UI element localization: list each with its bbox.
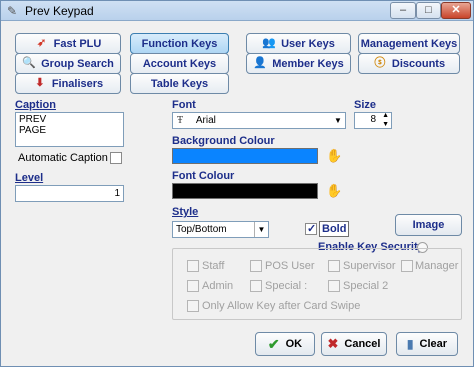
button-label: Member Keys xyxy=(272,57,344,70)
admin-checkbox[interactable] xyxy=(187,280,199,292)
member-icon: 👤 xyxy=(253,57,268,69)
bold-checkbox[interactable] xyxy=(305,222,317,235)
staff-checkbox[interactable] xyxy=(187,260,199,272)
font-label: Font xyxy=(172,99,196,111)
discount-icon: ⓢ xyxy=(374,57,386,69)
caption-line: PREV xyxy=(19,114,47,125)
automatic-caption-label: Automatic Caption xyxy=(18,152,108,164)
button-label: Finalisers xyxy=(51,77,104,90)
wrench-icon: ✎ xyxy=(7,4,18,18)
maximize-button[interactable]: □ xyxy=(416,2,441,19)
button-label: Cancel xyxy=(344,338,381,350)
title-bar: ✎ Prev Keypad – □ ✕ xyxy=(1,1,473,21)
ok-button[interactable]: ✔ OK xyxy=(255,332,315,356)
font-select[interactable]: Ŧ Arial ▼ xyxy=(172,112,346,129)
table-keys-button[interactable]: Table Keys xyxy=(130,73,229,94)
automatic-caption-checkbox[interactable] xyxy=(110,152,122,164)
account-keys-button[interactable]: Account Keys xyxy=(130,53,229,74)
button-label: Management Keys xyxy=(360,37,458,50)
level-input[interactable]: 1 xyxy=(15,185,124,202)
finaliser-icon: ⬇ xyxy=(35,77,45,89)
search-icon: 🔍 xyxy=(22,57,36,69)
cancel-button[interactable]: ✖ Cancel xyxy=(321,332,387,356)
spin-up-icon[interactable]: ▲ xyxy=(382,111,389,120)
clear-button[interactable]: ▮ Clear xyxy=(396,332,458,356)
caption-textarea[interactable]: PREV PAGE xyxy=(15,112,124,147)
user-keys-button[interactable]: 👥 User Keys xyxy=(246,33,351,54)
checkmark-icon: ✔ xyxy=(267,335,280,352)
card-swipe-label: Only Allow Key after Card Swipe xyxy=(202,300,361,312)
clear-icon: ▮ xyxy=(406,337,414,351)
level-label: Level xyxy=(15,172,44,184)
manager-label: Manager xyxy=(415,260,459,272)
member-keys-button[interactable]: 👤 Member Keys xyxy=(246,53,351,74)
group-search-button[interactable]: 🔍 Group Search xyxy=(15,53,121,74)
function-keys-button[interactable]: Function Keys xyxy=(130,33,229,54)
special-2-label: Special 2 xyxy=(343,280,389,292)
font-colour-label: Font Colour xyxy=(172,170,235,182)
minimize-button[interactable]: – xyxy=(390,2,416,19)
caption-line: PAGE xyxy=(19,125,47,136)
style-label: Style xyxy=(172,206,199,218)
button-label: User Keys xyxy=(281,37,335,50)
background-colour-swatch[interactable] xyxy=(172,148,318,164)
image-button[interactable]: Image xyxy=(395,214,462,236)
truetype-font-icon: Ŧ xyxy=(177,115,184,126)
button-label: Clear xyxy=(419,338,448,350)
admin-label: Admin xyxy=(202,280,234,292)
dropdown-arrow-icon: ▼ xyxy=(331,113,345,128)
font-colour-swatch[interactable] xyxy=(172,183,318,199)
button-label: Discounts xyxy=(391,57,446,70)
special-checkbox[interactable] xyxy=(250,280,262,292)
background-colour-label: Background Colour xyxy=(172,135,275,147)
size-spinner[interactable]: 8 ▲ ▼ xyxy=(354,112,392,129)
size-label: Size xyxy=(354,99,377,111)
fast-plu-button[interactable]: ➶ Fast PLU xyxy=(15,33,121,54)
close-button[interactable]: ✕ xyxy=(441,2,471,19)
colour-picker-icon[interactable]: ✋ xyxy=(326,183,342,199)
button-label: Table Keys xyxy=(150,77,209,90)
dropdown-arrow-icon: ▼ xyxy=(254,222,268,237)
supervisor-label: Supervisor xyxy=(343,260,396,272)
manager-checkbox[interactable] xyxy=(401,260,413,272)
window-title: Prev Keypad xyxy=(25,4,94,18)
client-area: ➶ Fast PLU Function Keys 👥 User Keys Man… xyxy=(6,24,468,363)
special-2-checkbox[interactable] xyxy=(328,280,340,292)
finalisers-button[interactable]: ⬇ Finalisers xyxy=(15,73,121,94)
rocket-icon: ➶ xyxy=(37,37,47,49)
special-label: Special : xyxy=(265,280,308,292)
colour-picker-icon[interactable]: ✋ xyxy=(326,148,342,164)
keypad-window: ✎ Prev Keypad – □ ✕ ➶ Fast PLU Function … xyxy=(0,0,474,367)
size-value: 8 xyxy=(370,114,376,125)
card-swipe-checkbox[interactable] xyxy=(187,300,199,312)
font-value: Arial xyxy=(195,115,216,126)
style-value: Top/Bottom xyxy=(176,224,227,235)
caption-label: Caption xyxy=(15,99,56,111)
pos-user-label: POS User xyxy=(265,260,315,272)
cancel-icon: ✖ xyxy=(327,336,339,351)
button-label: Account Keys xyxy=(142,57,217,70)
spin-down-icon[interactable]: ▼ xyxy=(382,120,389,129)
button-label: Function Keys xyxy=(141,37,218,50)
users-icon: 👥 xyxy=(262,37,276,49)
style-select[interactable]: Top/Bottom ▼ xyxy=(172,221,269,238)
staff-label: Staff xyxy=(202,260,225,272)
button-label: Fast PLU xyxy=(53,37,102,50)
management-keys-button[interactable]: Management Keys xyxy=(358,33,460,54)
discounts-button[interactable]: ⓢ Discounts xyxy=(358,53,460,74)
pos-user-checkbox[interactable] xyxy=(250,260,262,272)
button-label: Group Search xyxy=(41,57,114,70)
button-label: OK xyxy=(285,338,303,350)
supervisor-checkbox[interactable] xyxy=(328,260,340,272)
bold-label: Bold xyxy=(319,221,350,237)
